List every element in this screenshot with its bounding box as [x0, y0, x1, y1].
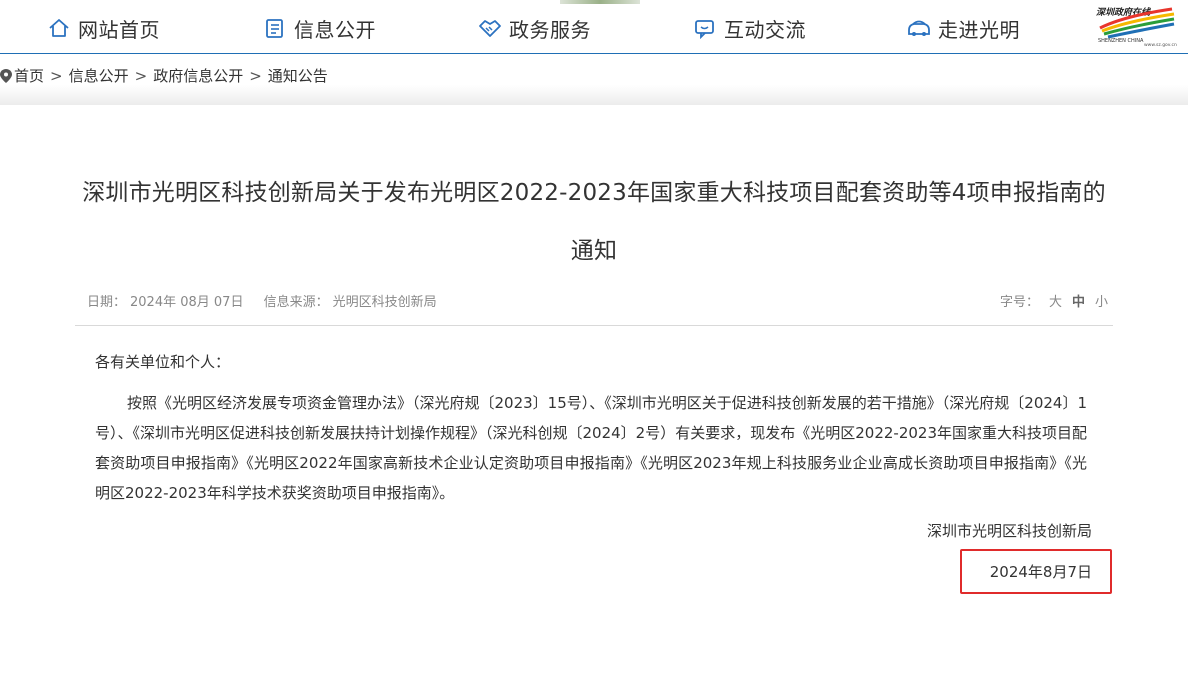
- decorative-banner-strip: [560, 0, 640, 4]
- font-size-switcher: 字号： 大 中 小: [1000, 291, 1108, 310]
- date-value: 2024年 08月 07日: [130, 295, 244, 310]
- salutation: 各有关单位和个人：: [95, 353, 231, 371]
- font-size-small[interactable]: 小: [1095, 291, 1108, 310]
- car-icon: [906, 15, 932, 41]
- breadcrumb-separator: >: [134, 66, 148, 85]
- nav-label: 网站首页: [78, 17, 160, 42]
- nav-item-government-services[interactable]: 政务服务: [477, 14, 591, 42]
- chat-icon: [692, 15, 718, 41]
- document-icon: [262, 15, 288, 41]
- source-label: 信息来源：: [263, 295, 329, 310]
- title-divider: [75, 325, 1113, 326]
- nav-item-info-disclosure[interactable]: 信息公开: [262, 14, 376, 42]
- article-meta: 日期： 2024年 08月 07日 信息来源： 光明区科技创新局: [87, 291, 441, 310]
- nav-item-interaction[interactable]: 互动交流: [692, 14, 806, 42]
- breadcrumb-separator: >: [249, 66, 262, 85]
- breadcrumb-separator: >: [50, 66, 63, 85]
- font-size-large[interactable]: 大: [1049, 291, 1062, 310]
- breadcrumb: 首页 > 信息公开 > 政府信息公开 > 通知公告: [0, 65, 328, 86]
- font-size-medium[interactable]: 中: [1072, 291, 1085, 310]
- date-label: 日期：: [87, 295, 127, 310]
- breadcrumb-gov-info-disclosure[interactable]: 政府信息公开: [153, 65, 243, 86]
- article-title: 深圳市光明区科技创新局关于发布光明区2022-2023年国家重大科技项目配套资助…: [82, 180, 1106, 264]
- nav-label: 信息公开: [294, 17, 376, 42]
- logo-sub: SHENZHEN CHINA: [1098, 38, 1144, 44]
- nav-label: 走进光明: [938, 17, 1020, 42]
- article-body: 按照《光明区经济发展专项资金管理办法》（深光府规〔2023〕15号）、《深圳市光…: [95, 394, 1087, 502]
- handshake-icon: [477, 15, 503, 41]
- nav-item-home[interactable]: 网站首页: [46, 14, 160, 42]
- breadcrumb-home[interactable]: 首页: [14, 65, 44, 86]
- signature-date: 2024年8月7日: [989, 563, 1092, 581]
- nav-label: 政务服务: [509, 17, 591, 42]
- font-size-label: 字号：: [999, 295, 1039, 310]
- breadcrumb-bar: 首页 > 信息公开 > 政府信息公开 > 通知公告: [0, 55, 1188, 105]
- shenzhen-government-logo[interactable]: 深圳政府在线 SHENZHEN CHINA www.sz.gov.cn: [1094, 4, 1178, 48]
- location-pin-icon: [0, 68, 12, 83]
- logo-url: www.sz.gov.cn: [1144, 43, 1177, 48]
- logo-text: 深圳政府在线: [1096, 7, 1151, 18]
- nav-item-about-guangming[interactable]: 走进光明: [906, 14, 1020, 42]
- breadcrumb-info-disclosure[interactable]: 信息公开: [69, 65, 129, 86]
- source-value: 光明区科技创新局: [332, 295, 437, 310]
- top-navigation: 网站首页 信息公开 政务服务 互动交流 走进光明 深圳政府在线 SHENZHEN…: [0, 0, 1188, 54]
- signature-org: 深圳市光明区科技创新局: [926, 522, 1092, 540]
- signature-date-highlight: 2024年8月7日: [960, 549, 1112, 594]
- nav-label: 互动交流: [724, 17, 806, 42]
- home-icon: [46, 15, 72, 41]
- breadcrumb-notices[interactable]: 通知公告: [268, 65, 328, 86]
